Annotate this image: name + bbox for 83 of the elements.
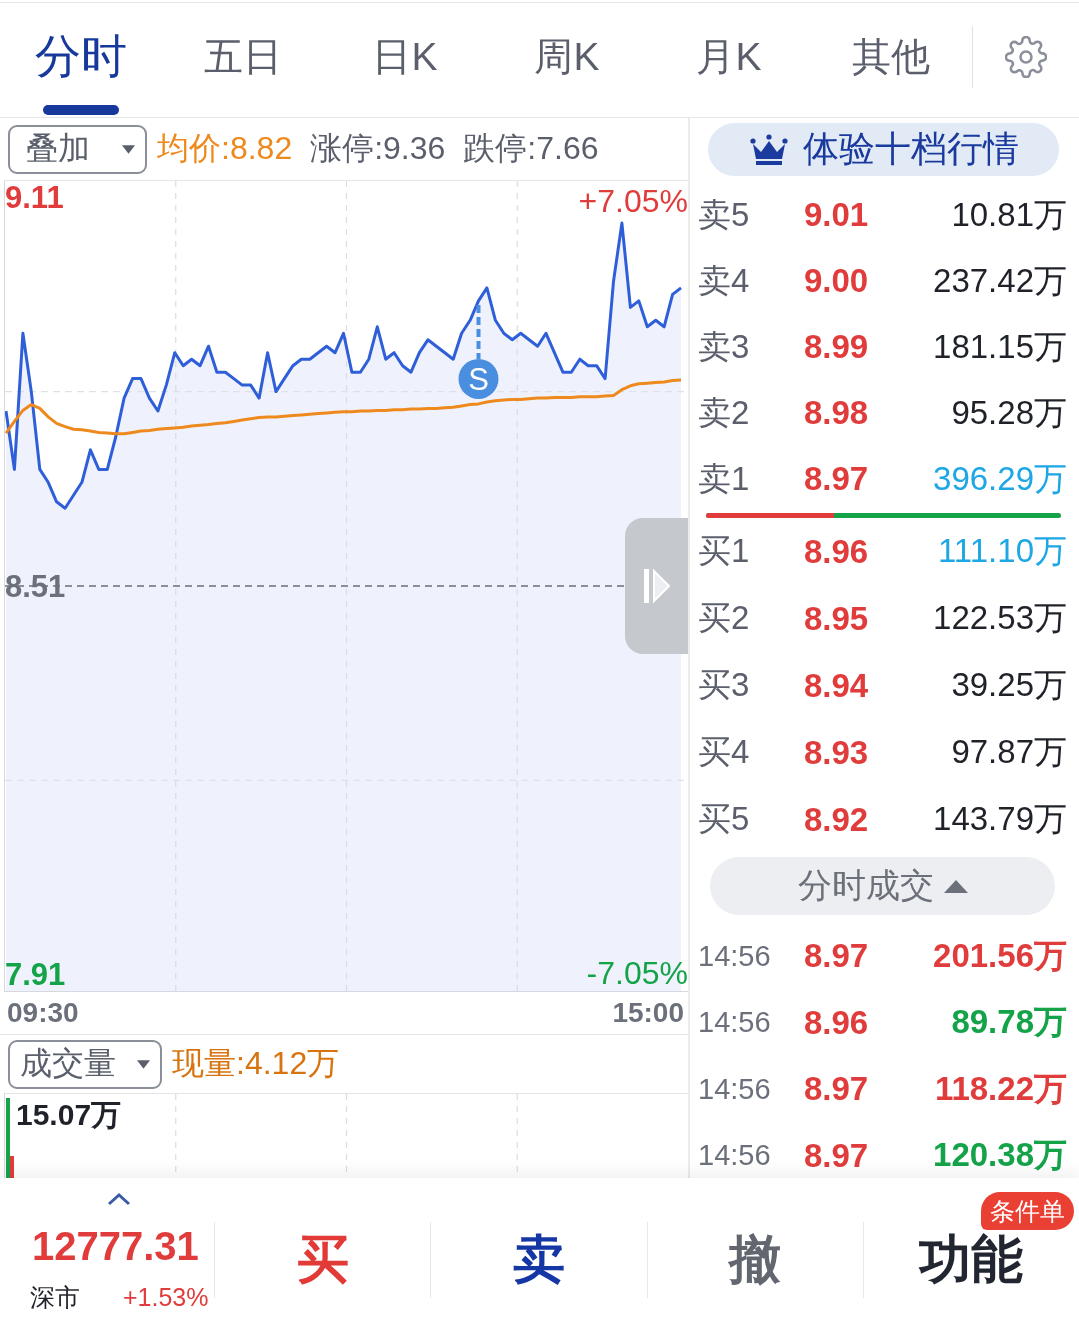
- trade-time: 14:56: [698, 1139, 772, 1173]
- expand-right-icon: [643, 569, 670, 603]
- order-price: 8.94: [804, 666, 869, 705]
- time-axis-label: 09:30: [7, 999, 79, 1027]
- tab[interactable]: 五日: [162, 3, 324, 117]
- order-level-label: 买4: [698, 732, 751, 772]
- order-type-badge: 条件单: [981, 1192, 1074, 1230]
- order-level-label: 买1: [698, 531, 751, 571]
- overlay-select[interactable]: 叠加: [8, 124, 147, 174]
- trade-volume: 118.22万: [933, 1068, 1067, 1109]
- axis-label: 8.51: [5, 570, 66, 602]
- order-level-label: 卖5: [698, 194, 751, 235]
- time-axis-label: 15:00: [612, 999, 684, 1027]
- order-volume: 396.29万: [932, 458, 1067, 499]
- trade-volume: 89.78万: [950, 1002, 1067, 1043]
- side-panel-toggle[interactable]: [625, 518, 688, 654]
- order-volume: 10.81万: [950, 194, 1067, 235]
- index-value: 12777.31: [31, 1224, 199, 1269]
- trade-time: 14:56: [698, 939, 772, 973]
- tab[interactable]: 月K: [648, 3, 810, 117]
- caret-down-icon: [122, 144, 135, 154]
- tab[interactable]: 日K: [324, 3, 486, 117]
- index-change: +1.53%: [123, 1283, 209, 1312]
- order-price: 8.98: [804, 394, 869, 432]
- buy-button[interactable]: 买: [215, 1178, 431, 1341]
- trade-price: 8.97: [804, 937, 869, 976]
- trade-time: 14:56: [698, 1072, 772, 1106]
- order-price: 8.93: [804, 733, 869, 772]
- axis-label: 7.91: [5, 959, 66, 991]
- signal-marker[interactable]: S: [458, 358, 499, 399]
- market-name: 深市: [30, 1282, 80, 1313]
- order-volume: 143.79万: [932, 799, 1067, 839]
- percent-label: +7.05%: [578, 185, 688, 217]
- order-volume: 111.10万: [936, 531, 1067, 571]
- order-price: 8.97: [804, 460, 869, 498]
- crown-icon: [748, 133, 789, 166]
- order-price: 8.96: [804, 532, 869, 571]
- trade-volume: 201.56万: [932, 935, 1067, 976]
- order-volume: 181.15万: [932, 326, 1067, 367]
- chevron-up-icon[interactable]: [107, 1192, 131, 1206]
- trade-volume: 120.38万: [932, 1135, 1067, 1176]
- average-price-label: 均价:8.82: [157, 129, 293, 168]
- axis-label: 9.11: [5, 181, 64, 213]
- order-price: 8.99: [804, 328, 869, 366]
- order-level-label: 卖4: [698, 260, 751, 301]
- trade-price: 8.97: [804, 1136, 869, 1175]
- order-volume: 237.42万: [932, 260, 1067, 301]
- sell-button[interactable]: 卖: [431, 1178, 647, 1341]
- order-price: 9.00: [804, 262, 869, 300]
- indicator-select[interactable]: 成交量: [8, 1039, 162, 1089]
- signal-leader-line: [476, 304, 481, 359]
- current-volume-label: 现量:4.12万: [172, 1044, 340, 1083]
- cancel-button[interactable]: 撤: [647, 1178, 863, 1341]
- order-volume: 97.87万: [950, 732, 1067, 772]
- trade-price: 8.96: [804, 1003, 869, 1042]
- annotation: S: [468, 361, 489, 397]
- order-level-label: 卖1: [698, 458, 751, 499]
- trade-price: 8.97: [804, 1070, 869, 1109]
- order-price: 8.95: [804, 599, 869, 638]
- tab[interactable]: 周K: [486, 3, 648, 117]
- caret-down-icon: [137, 1059, 150, 1069]
- tab[interactable]: 分时: [0, 3, 162, 117]
- order-level-label: 买3: [698, 665, 751, 705]
- trade-time: 14:56: [698, 1006, 772, 1040]
- trades-toggle-button[interactable]: 分时成交: [710, 857, 1055, 915]
- order-level-label: 买2: [698, 598, 751, 638]
- price-limit-label: 跌停:7.66: [463, 129, 599, 168]
- caret-up-icon: [943, 879, 968, 893]
- function-button[interactable]: 条件单 功能: [863, 1178, 1079, 1341]
- percent-label: -7.05%: [586, 957, 688, 989]
- order-level-label: 买5: [698, 799, 751, 839]
- order-volume: 39.25万: [950, 665, 1067, 705]
- order-volume: 95.28万: [950, 392, 1067, 433]
- tab[interactable]: 其他: [810, 3, 972, 117]
- settings-icon[interactable]: [1005, 36, 1047, 78]
- order-price: 9.01: [804, 196, 869, 234]
- level2-quote-button[interactable]: 体验十档行情: [708, 123, 1059, 176]
- order-level-label: 卖3: [698, 326, 751, 367]
- order-price: 8.92: [804, 800, 869, 839]
- axis-label: 15.07万: [16, 1100, 122, 1130]
- order-level-label: 卖2: [698, 392, 751, 433]
- order-volume: 122.53万: [932, 598, 1067, 638]
- price-limit-label: 涨停:9.36: [310, 129, 446, 168]
